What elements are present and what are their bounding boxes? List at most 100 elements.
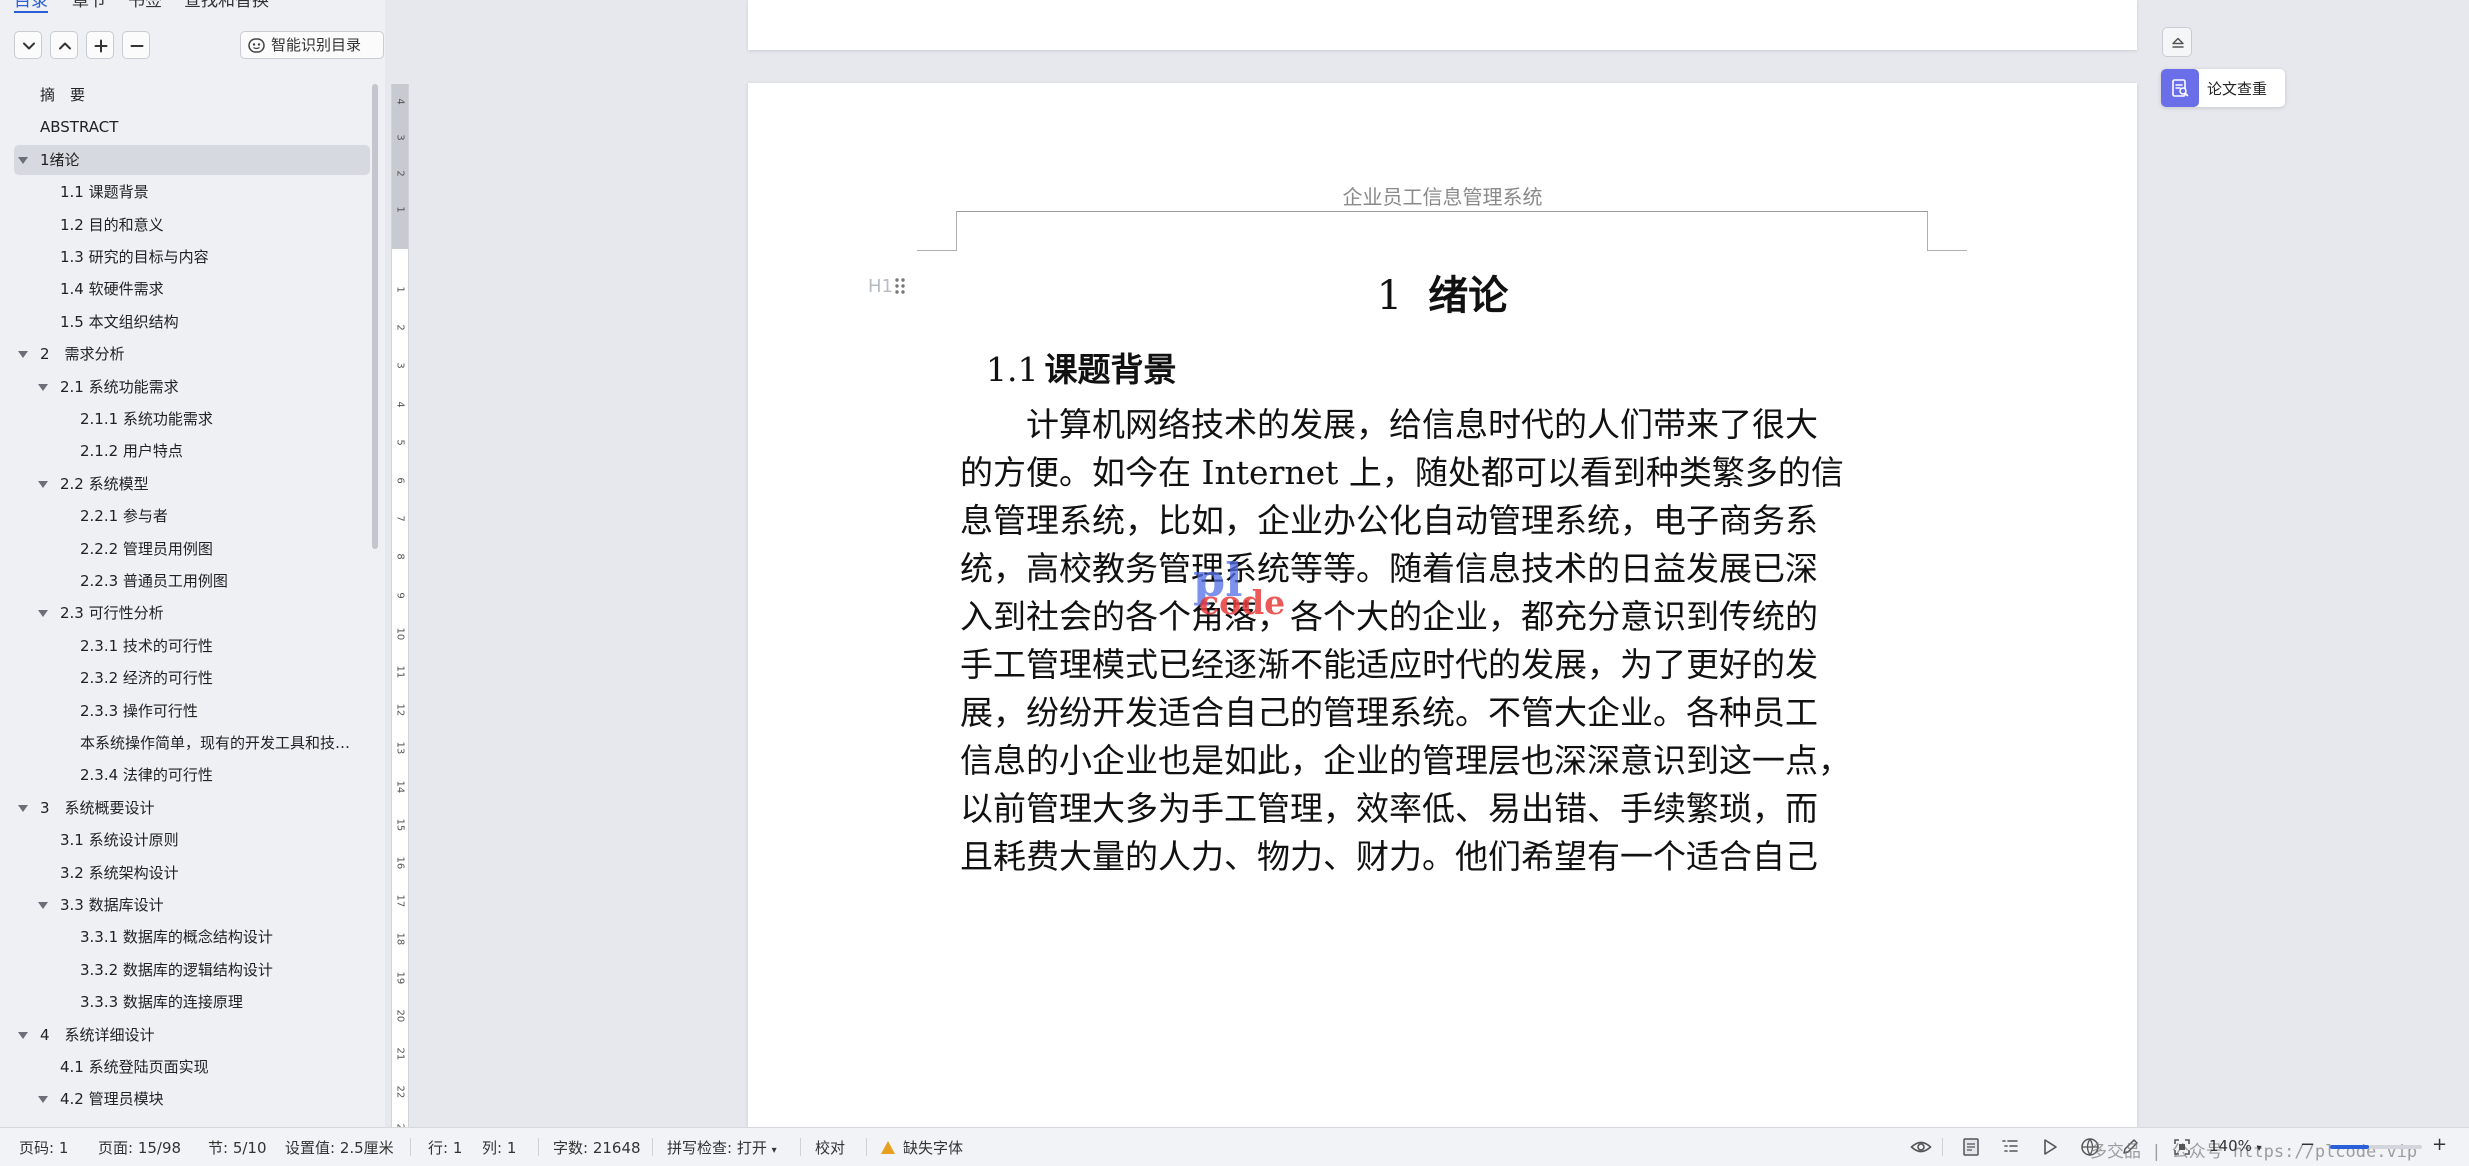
page-view-icon[interactable] [1961,1137,1981,1157]
column-status: 列: 1 [482,1139,517,1157]
tab-bookmarks[interactable]: 书签 [128,0,162,11]
toc-item[interactable]: 本系统操作简单，现有的开发工具和技术... [14,728,370,758]
toc-item[interactable]: 3.1 系统设计原则 [14,825,370,855]
body-text-line[interactable]: 展，纷纷开发适合自己的管理系统。不管大企业。各种员工 [960,686,1818,734]
zoom-level[interactable]: 140% ▾ [2209,1137,2262,1155]
word-count-status[interactable]: 字数: 21648 [553,1137,641,1158]
collapse-panel-button[interactable] [2162,27,2192,57]
heading-1[interactable]: 1 绪论 [748,263,2137,321]
status-bar: 页码: 1 页面: 15/98 节: 5/10 设置值: 2.5厘米 行: 1 … [0,1127,2469,1166]
ruler-number: 8 [394,553,406,561]
toc-item[interactable]: 2.2.3 普通员工用例图 [14,566,370,596]
page-number-status[interactable]: 页码: 1 [19,1137,68,1158]
ruler-number: 3 [394,134,406,141]
page-header[interactable]: 企业员工信息管理系统 [748,181,2137,210]
toc-item[interactable]: 1.1 课题背景 [14,177,370,207]
toc-item[interactable]: ABSTRACT [14,112,370,142]
toc-item[interactable]: 2.1 系统功能需求 [14,372,370,402]
tab-find-replace[interactable]: 查找和替换 [184,0,269,11]
setting-value-status[interactable]: 设置值: 2.5厘米 [285,1137,394,1158]
toc-item[interactable]: 3.2 系统架构设计 [14,858,370,888]
section-status[interactable]: 节: 5/10 [208,1137,267,1158]
toc-item[interactable]: 2.2.2 管理员用例图 [14,534,370,564]
toc-item[interactable]: 3.3.3 数据库的连接原理 [14,987,370,1017]
caret-down-icon[interactable] [38,1096,48,1104]
missing-font-button[interactable]: 缺失字体 [881,1137,963,1158]
caret-down-icon[interactable] [18,804,28,812]
caret-down-icon[interactable] [38,480,48,488]
vertical-ruler[interactable]: 4321123456789101112131415161718192021222… [391,84,409,1137]
toc-item[interactable]: 4.2 管理员模块 [14,1084,370,1114]
caret-down-icon[interactable] [18,156,28,164]
toc-item[interactable]: 3.3.2 数据库的逻辑结构设计 [14,955,370,985]
toc-item[interactable]: 3 系统概要设计 [14,793,370,823]
heading-2[interactable]: 1.1 课题背景 [986,343,1176,391]
toc-item[interactable]: 2.3 可行性分析 [14,598,370,628]
caret-down-icon[interactable] [18,1031,28,1039]
toc-item[interactable]: 4.1 系统登陆页面实现 [14,1052,370,1082]
document-page[interactable]: 企业员工信息管理系统 H1 1 绪论 1.1 课题背景 计算机网络技术的发展，给信息… [748,83,2137,1127]
toc-item[interactable]: 1.3 研究的目标与内容 [14,242,370,272]
play-icon[interactable] [2040,1137,2060,1157]
heading-1-title: 绪论 [1428,273,1509,319]
body-text-line[interactable]: 信息的小企业也是如此，企业的管理层也深深意识到这一点， [960,734,1851,782]
toc-item[interactable]: 2.3.4 法律的可行性 [14,760,370,790]
smart-toc-button[interactable]: 智能识别目录 [240,31,384,59]
expand-all-button[interactable] [14,31,42,59]
toc-item[interactable]: 2.2.1 参与者 [14,501,370,531]
eye-icon[interactable] [1910,1137,1932,1157]
add-heading-button[interactable] [86,31,114,59]
toc-item[interactable]: 摘 要 [14,80,370,110]
spell-check-status[interactable]: 拼写检查: 打开 ▾ [667,1137,777,1158]
tab-chapters[interactable]: 章节 [72,0,106,11]
toc-item[interactable]: 2.2 系统模型 [14,469,370,499]
body-text-line[interactable]: 的方便。如今在 Internet 上，随处都可以看到种类繁多的信 [960,446,1844,494]
caret-down-icon[interactable] [18,351,28,359]
proofread-button[interactable]: 校对 [815,1137,845,1158]
toc-item-label: 2.2.3 普通员工用例图 [80,572,228,590]
toc-item[interactable]: 2 需求分析 [14,339,370,369]
ruler-number: 19 [394,971,406,984]
body-text-line[interactable]: 计算机网络技术的发展，给信息时代的人们带来了很大 [960,398,1818,446]
toc-item[interactable]: 1.4 软硬件需求 [14,274,370,304]
toc-item-label: 1.5 本文组织结构 [60,312,179,331]
toc-scrollbar[interactable] [372,84,378,549]
toc-item[interactable]: 3.3.1 数据库的概念结构设计 [14,922,370,952]
body-text-line[interactable]: 以前管理大多为手工管理，效率低、易出错、手续繁琐，而 [960,782,1818,830]
zoom-in-button[interactable]: + [2432,1134,2447,1155]
page-count-status[interactable]: 页面: 15/98 [98,1137,181,1158]
toc-item-label: ABSTRACT [40,118,119,137]
toc-item-label: 2.2.2 管理员用例图 [80,539,213,558]
zoom-out-button[interactable]: − [2300,1134,2315,1155]
caret-down-icon[interactable] [38,902,48,909]
toc-item[interactable]: 1绪论 [14,144,370,175]
body-text-line[interactable]: 且耗费大量的人力、物力、财力。他们希望有一个适合自己 [960,830,1818,878]
body-text-line[interactable]: 入到社会的各个角落，各个大的企业，都充分意识到传统的 [960,590,1818,638]
toc-item[interactable]: 2.1.2 用户特点 [14,436,370,466]
zoom-slider-fill [2330,1145,2369,1149]
body-text-line[interactable]: 手工管理模式已经逐渐不能适应时代的发展，为了更好的发 [960,638,1818,686]
ruler-number: 20 [394,1009,406,1023]
toc-item[interactable]: 4 系统详细设计 [14,1020,370,1050]
ruler-number: 12 [394,703,406,717]
toc-item[interactable]: 2.3.3 操作可行性 [14,696,370,726]
tab-toc[interactable]: 目录 [14,0,48,13]
collapse-all-button[interactable] [50,31,78,59]
toc-item[interactable]: 2.3.2 经济的可行性 [14,663,370,693]
caret-down-icon[interactable] [38,610,48,618]
outline-view-icon[interactable] [2000,1137,2020,1157]
body-text-line[interactable]: 统，高校教务管理系统等等。随着信息技术的日益发展已深 [960,542,1818,590]
thesis-check-button[interactable]: 论文查重 [2161,69,2285,107]
toc-item[interactable]: 2.1.1 系统功能需求 [14,404,370,434]
zoom-slider[interactable] [2330,1145,2422,1149]
toc-item[interactable]: 1.5 本文组织结构 [14,307,370,337]
remove-heading-button[interactable] [122,31,150,59]
caret-down-icon[interactable] [38,383,48,391]
toc-item-label: 本系统操作简单，现有的开发工具和技术... [80,734,356,752]
fit-page-icon[interactable] [2172,1137,2192,1157]
body-text-line[interactable]: 息管理系统，比如，企业办公化自动管理系统，电子商务系 [960,494,1818,542]
toc-item-label: 3.3 数据库设计 [60,896,164,914]
toc-item[interactable]: 1.2 目的和意义 [14,210,370,240]
toc-item[interactable]: 3.3 数据库设计 [14,890,370,920]
toc-item[interactable]: 2.3.1 技术的可行性 [14,631,370,661]
